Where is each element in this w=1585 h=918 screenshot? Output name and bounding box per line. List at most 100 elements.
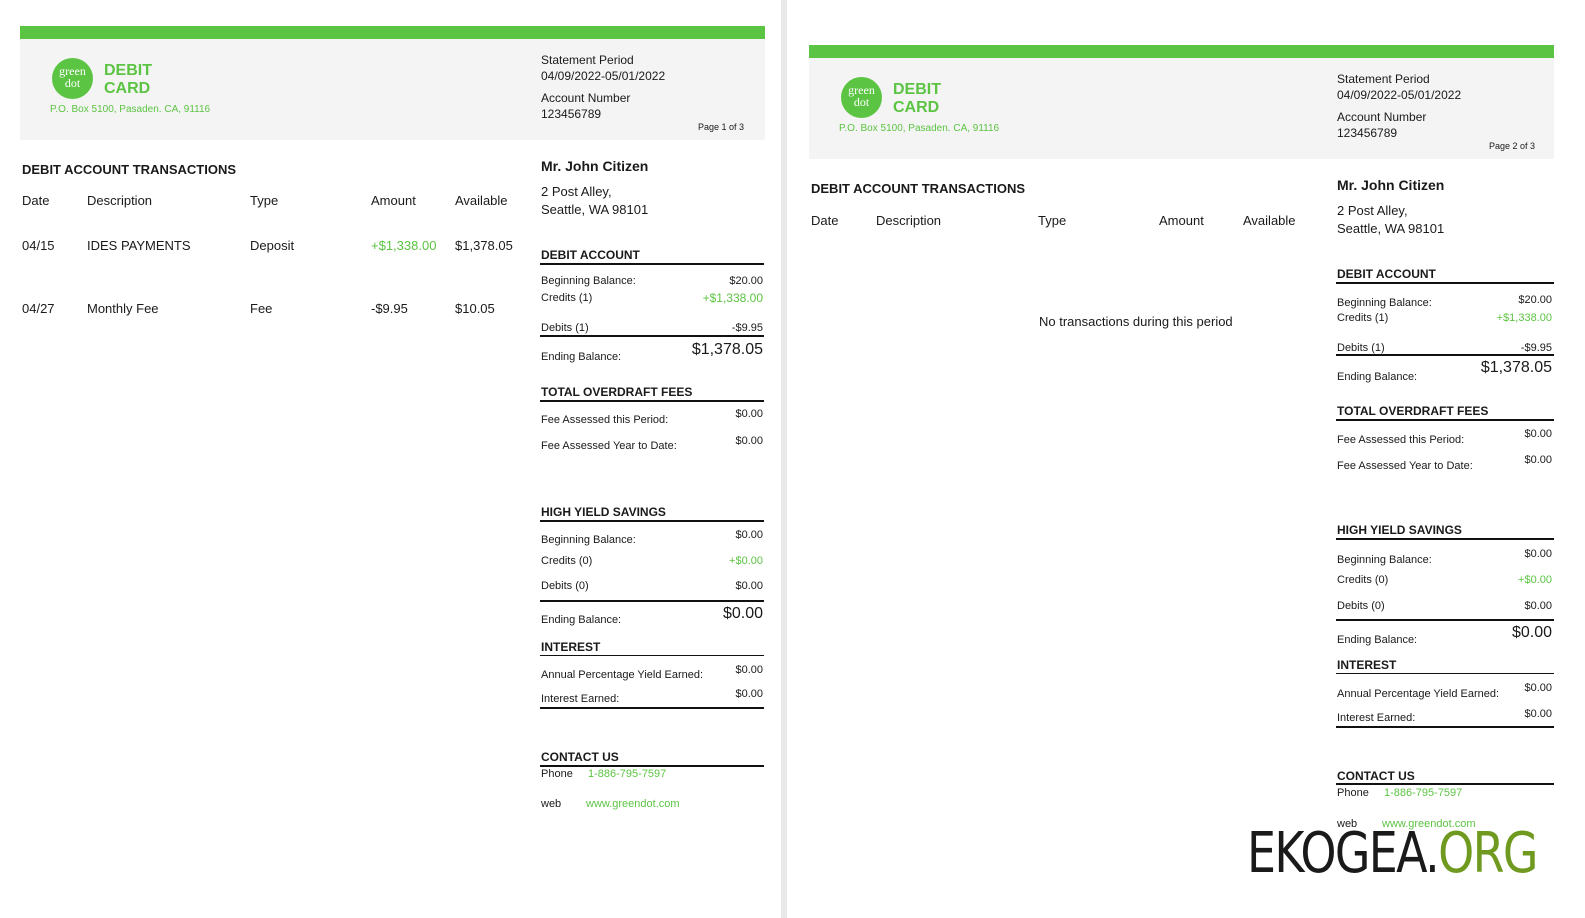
section-rule: [1336, 419, 1554, 421]
interest-apy-value: $0.00: [735, 664, 763, 676]
savings-debits-label: Debits (0): [541, 580, 589, 592]
col-header-amount: Amount: [371, 193, 416, 208]
row-type: Deposit: [250, 238, 295, 253]
savings-debits-value: $0.00: [735, 580, 763, 592]
interest-earned-value: $0.00: [735, 688, 763, 700]
customer-name: Mr. John Citizen: [541, 158, 649, 174]
debit-credits-label: Credits (1): [1337, 312, 1389, 324]
section-rule: [1336, 538, 1554, 540]
customer-city: Seattle, WA 98101: [541, 202, 649, 217]
watermark-part2: ORG: [1438, 821, 1538, 886]
contact-title: CONTACT US: [541, 750, 619, 764]
savings-credits-value: +$0.00: [729, 555, 763, 567]
contact-phone-label: Phone: [1337, 787, 1369, 799]
customer-street: 2 Post Alley,: [1337, 203, 1408, 218]
header-green-bar: [809, 45, 1554, 58]
overdraft-period-value: $0.00: [1524, 428, 1552, 440]
col-header-type: Type: [250, 193, 279, 208]
statement-period-value: 04/09/2022-05/01/2022: [541, 69, 666, 83]
savings-beginning-label: Beginning Balance:: [1337, 554, 1432, 566]
row-amount: +$1,338.00: [371, 238, 437, 253]
overdraft-title: TOTAL OVERDRAFT FEES: [1337, 404, 1489, 418]
debit-beginning-value: $20.00: [1518, 294, 1552, 306]
savings-title: HIGH YIELD SAVINGS: [1337, 523, 1462, 537]
debit-beginning-label: Beginning Balance:: [1337, 297, 1432, 309]
debit-beginning-value: $20.00: [729, 275, 763, 287]
logo-text-line2: dot: [64, 76, 81, 90]
debit-ending-value: $1,378.05: [691, 341, 763, 358]
interest-apy-label: Annual Percentage Yield Earned:: [1337, 688, 1500, 700]
debit-debits-label: Debits (1): [541, 322, 589, 334]
overdraft-period-label: Fee Assessed this Period:: [541, 414, 669, 426]
no-transactions-message: No transactions during this period: [1039, 314, 1233, 329]
company-address: P.O. Box 5100, Pasaden. CA, 91116: [839, 123, 1000, 134]
overdraft-ytd-label: Fee Assessed Year to Date:: [1337, 460, 1473, 472]
contact-phone-link[interactable]: 1-886-795-7597: [588, 768, 666, 780]
page-number: Page 2 of 3: [1489, 141, 1536, 151]
green-dot-logo: green dot: [841, 77, 882, 118]
debit-account-title: DEBIT ACCOUNT: [541, 248, 640, 262]
debit-credits-label: Credits (1): [541, 292, 593, 304]
section-rule: [1336, 354, 1554, 356]
statement-period-value: 04/09/2022-05/01/2022: [1337, 88, 1462, 102]
row-date: 04/15: [22, 238, 55, 253]
col-header-description: Description: [876, 213, 942, 228]
debit-beginning-label: Beginning Balance:: [541, 275, 636, 287]
contact-phone-link[interactable]: 1-886-795-7597: [1384, 787, 1462, 799]
interest-earned-label: Interest Earned:: [541, 693, 620, 705]
interest-title: INTEREST: [541, 640, 601, 654]
savings-beginning-value: $0.00: [1524, 548, 1552, 560]
savings-debits-value: $0.00: [1524, 600, 1552, 612]
interest-apy-label: Annual Percentage Yield Earned:: [541, 669, 704, 681]
savings-credits-label: Credits (0): [541, 555, 593, 567]
section-rule: [1336, 783, 1554, 785]
statement-period-label: Statement Period: [541, 53, 634, 67]
overdraft-period-label: Fee Assessed this Period:: [1337, 434, 1465, 446]
savings-beginning-value: $0.00: [735, 529, 763, 541]
green-dot-logo: green dot: [52, 58, 93, 99]
section-rule: [1336, 726, 1554, 728]
overdraft-ytd-label: Fee Assessed Year to Date:: [541, 440, 677, 452]
overdraft-ytd-value: $0.00: [735, 435, 763, 447]
col-header-date: Date: [811, 213, 839, 228]
contact-phone-label: Phone: [541, 768, 573, 780]
brand-name: DEBIT CARD: [893, 81, 941, 117]
row-description: Monthly Fee: [87, 301, 159, 316]
savings-ending-value: $0.00: [1511, 624, 1552, 641]
debit-ending-value: $1,378.05: [1480, 359, 1552, 376]
section-rule: [540, 600, 764, 602]
col-header-type: Type: [1038, 213, 1067, 228]
savings-beginning-label: Beginning Balance:: [541, 534, 636, 546]
debit-ending-label: Ending Balance:: [1337, 371, 1418, 383]
col-header-available: Available: [1243, 213, 1296, 228]
debit-debits-label: Debits (1): [1337, 342, 1385, 354]
section-rule: [540, 335, 764, 337]
brand-line1: DEBIT: [893, 81, 941, 98]
section-rule: [540, 707, 764, 709]
customer-city: Seattle, WA 98101: [1337, 221, 1445, 236]
interest-title: INTEREST: [1337, 658, 1397, 672]
section-rule: [540, 263, 764, 265]
section-rule: [540, 400, 764, 402]
interest-earned-value: $0.00: [1524, 708, 1552, 720]
row-available: $10.05: [455, 301, 495, 316]
overdraft-title: TOTAL OVERDRAFT FEES: [541, 385, 693, 399]
interest-earned-label: Interest Earned:: [1337, 712, 1416, 724]
col-header-available: Available: [455, 193, 508, 208]
row-available: $1,378.05: [455, 238, 513, 253]
section-rule: [1336, 619, 1554, 621]
header-green-bar: [20, 26, 765, 39]
brand-line2: CARD: [104, 80, 151, 97]
overdraft-ytd-value: $0.00: [1524, 454, 1552, 466]
statement-period-label: Statement Period: [1337, 72, 1430, 86]
savings-ending-label: Ending Balance:: [541, 614, 622, 626]
ekogea-watermark: EKOGEA.ORG: [1247, 821, 1538, 886]
contact-web-link[interactable]: www.greendot.com: [586, 798, 680, 810]
col-header-date: Date: [22, 193, 50, 208]
debit-debits-value: -$9.95: [1520, 342, 1552, 354]
savings-credits-label: Credits (0): [1337, 574, 1389, 586]
account-number-value: 123456789: [1337, 126, 1398, 140]
logo-text-line2: dot: [853, 95, 870, 109]
savings-title: HIGH YIELD SAVINGS: [541, 505, 666, 519]
contact-web-label: web: [541, 798, 562, 810]
